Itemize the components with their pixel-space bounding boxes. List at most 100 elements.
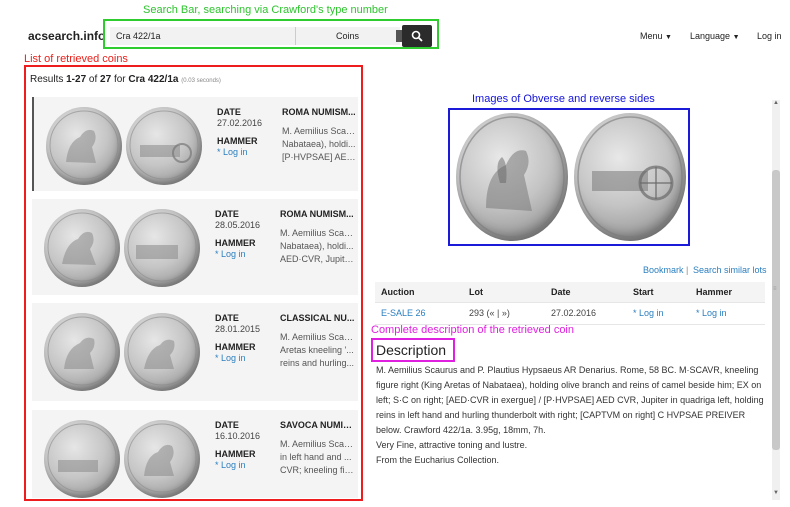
results-time: (0.03 seconds) [181,78,221,84]
card-description: M. Aemilius Scau... Nabataea), holdi... … [280,227,356,266]
date-value: 28.01.2015 [215,324,261,334]
quadriga-figure-icon [127,212,197,282]
results-prefix: Results [30,74,67,85]
chevron-down-icon: ▼ [665,34,672,41]
results-query: Cra 422/1a [128,74,179,85]
quadriga-figure-icon [577,116,683,238]
navbar: acsearch.info Coins Menu ▼ Language ▼ Lo… [0,20,790,50]
hammer-login-link[interactable]: * Log in [690,301,765,325]
reverse-image[interactable] [574,113,686,241]
login-link[interactable]: Log in [757,31,782,41]
obverse-thumbnail[interactable] [44,313,120,391]
hammer-label: HAMMER [215,238,256,248]
card-description: M. Aemilius Scau... Aretas kneeling '...… [280,331,356,370]
hammer-login-link[interactable]: * Log in [215,460,263,470]
language-dropdown[interactable]: Language ▼ [690,31,740,41]
result-card[interactable]: DATE 28.01.2015 HAMMER * Log in CLASSICA… [32,303,358,401]
header-auction: Auction [375,282,463,302]
table-row: E-SALE 26 293 (« | ») 27.02.2016 * Log i… [375,301,765,325]
search-button[interactable] [402,25,432,47]
camel-figure-icon [47,316,117,386]
result-card[interactable]: DATE 16.10.2016 HAMMER * Log in SAVOCA N… [32,410,358,498]
auction-house[interactable]: ROMA NUMISM... [282,107,358,117]
auction-name-link[interactable]: E-SALE 26 [375,301,463,325]
obverse-image[interactable] [456,113,568,241]
obverse-thumbnail[interactable] [46,107,122,185]
scrollbar-thumb[interactable] [772,170,780,450]
language-label: Language [690,31,731,41]
date-value: 27.02.2016 [217,118,263,128]
card-info: SAVOCA NUMIS... M. Aemilius Scau... in l… [280,420,356,477]
desc-line: M. Aemilius Scau... [282,126,358,136]
header-lot: Lot [463,282,545,302]
brand-logo[interactable]: acsearch.info [28,29,105,43]
card-info: ROMA NUMISM... M. Aemilius Scau... Nabat… [282,107,358,164]
reverse-thumbnail[interactable] [124,209,200,287]
desc-line: CVR; kneeling fig... [280,465,356,475]
coin-thumbnails[interactable] [44,420,204,498]
header-date: Date [545,282,627,302]
search-input[interactable] [110,27,295,45]
desc-line: AED·CVR, Jupite... [280,254,356,264]
camel-figure-icon [127,423,197,493]
hammer-label: HAMMER [215,342,256,352]
date-label: DATE [215,420,239,430]
header-hammer: Hammer [690,282,765,302]
annotation-search-bar: Search Bar, searching via Crawford's typ… [143,4,388,16]
coin-thumbnails[interactable] [44,209,204,287]
result-card[interactable]: DATE 27.02.2016 HAMMER * Log in ROMA NUM… [32,97,358,191]
desc-line: in left hand and ... [280,452,352,462]
hammer-label: HAMMER [215,449,256,459]
results-of: of [86,74,101,85]
card-description: M. Aemilius Scau... Nabataea), holdi... … [282,125,358,164]
scroll-up-icon[interactable]: ▲ [773,100,779,106]
results-range: 1-27 [66,74,87,85]
auction-house[interactable]: CLASSICAL NU... [280,313,356,323]
description-body: M. Aemilius Scaurus and P. Plautius Hyps… [376,363,766,468]
chevron-down-icon: ▼ [732,34,740,41]
scroll-down-icon[interactable]: ▼ [773,490,779,496]
hammer-login-link[interactable]: * Log in [217,147,265,157]
auction-table: Auction Lot Date Start Hammer E-SALE 26 … [375,282,765,325]
auction-house[interactable]: ROMA NUMISM... [280,209,356,219]
desc-line: reins and hurling... [280,358,355,368]
desc-line: Nabataea), holdi... [280,241,354,251]
results-for: for [111,74,129,85]
hammer-label: HAMMER [217,136,258,146]
menu-dropdown[interactable]: Menu ▼ [640,31,672,41]
annotation-list: List of retrieved coins [24,53,128,65]
obverse-thumbnail[interactable] [44,420,120,498]
desc-line: Nabataea), holdi... [282,139,356,149]
card-meta: DATE 16.10.2016 HAMMER * Log in [215,420,263,470]
card-meta: DATE 28.05.2016 HAMMER * Log in [215,209,263,259]
desc-line: M. Aemilius Scau... [280,228,356,238]
camel-figure-icon [127,316,197,386]
category-select[interactable]: Coins [296,27,400,45]
auction-date: 27.02.2016 [545,301,627,325]
reverse-thumbnail[interactable] [124,420,200,498]
card-info: ROMA NUMISM... M. Aemilius Scau... Nabat… [280,209,356,266]
reverse-thumbnail[interactable] [126,107,202,185]
auction-house[interactable]: SAVOCA NUMIS... [280,420,356,430]
card-meta: DATE 27.02.2016 HAMMER * Log in [217,107,265,157]
hammer-login-link[interactable]: * Log in [215,353,263,363]
header-start: Start [627,282,690,302]
annotation-description: Complete description of the retrieved co… [371,324,574,336]
start-login-link[interactable]: * Log in [627,301,690,325]
hammer-login-link[interactable]: * Log in [215,249,263,259]
result-card[interactable]: DATE 28.05.2016 HAMMER * Log in ROMA NUM… [32,199,358,295]
coin-images [452,111,688,243]
camel-figure-icon [49,110,119,180]
reverse-thumbnail[interactable] [124,313,200,391]
obverse-thumbnail[interactable] [44,209,120,287]
coin-thumbnails[interactable] [46,107,206,185]
quadriga-figure-icon [129,110,199,180]
search-similar-link[interactable]: Search similar lots [693,265,767,275]
results-summary: Results 1-27 of 27 for Cra 422/1a (0.03 … [30,74,221,85]
coin-thumbnails[interactable] [44,313,204,391]
date-label: DATE [215,313,239,323]
description-title: Description [376,342,447,358]
lot-number[interactable]: 293 (« | ») [463,301,545,325]
bookmark-link[interactable]: Bookmark [643,265,684,275]
camel-figure-icon [47,212,117,282]
